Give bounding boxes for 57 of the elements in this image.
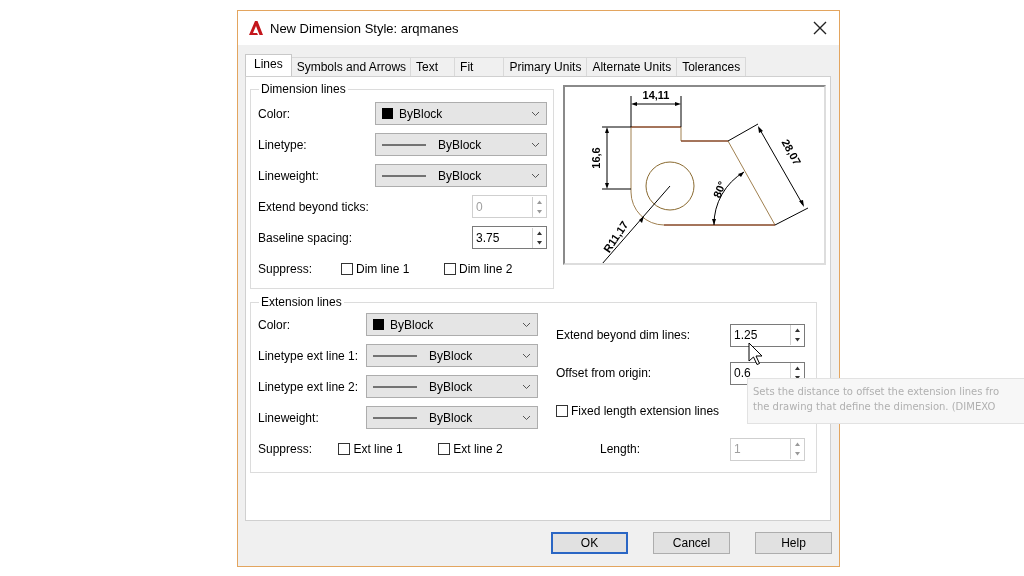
window-title: New Dimension Style: arqmanes (270, 20, 460, 36)
dropdown[interactable]: ByBlock (366, 344, 538, 367)
dropdown[interactable]: ByBlock (375, 164, 547, 187)
dropdown[interactable]: ByBlock (366, 375, 538, 398)
checkbox[interactable]: Dim line 2 (444, 261, 547, 276)
dropdown[interactable]: ByBlock (366, 406, 538, 429)
caret-icon (522, 352, 531, 359)
number-field[interactable]: 1.25 (730, 323, 805, 347)
group-title: Dimension lines (260, 82, 347, 96)
caret-icon (531, 141, 540, 148)
line-sample-icon (373, 353, 417, 358)
field-label: Extend beyond ticks: (258, 199, 369, 214)
number-field[interactable]: 3.75 (472, 226, 547, 249)
caret-icon (531, 172, 540, 179)
field-label: Length: (600, 442, 642, 456)
dialog-button[interactable]: Help (755, 532, 832, 554)
field-label: Linetype ext line 1: (258, 348, 359, 363)
tab[interactable]: Symbols and Arrows (290, 57, 412, 76)
field-label: Linetype: (258, 137, 307, 152)
mouse-pointer-icon (748, 342, 764, 366)
tab[interactable]: Lines (245, 54, 292, 76)
tab[interactable]: Primary Units (503, 57, 588, 76)
field-label: Extend beyond dim lines: (556, 328, 691, 342)
line-sample-icon (382, 173, 426, 178)
caret-icon (522, 383, 531, 390)
caret-icon (531, 110, 540, 117)
field-label: Suppress: (258, 441, 314, 456)
dropdown[interactable]: ByBlock (375, 102, 547, 125)
tooltip-text: Sets the distance to offset the extension lines fro (753, 385, 1000, 399)
group-title: Extension lines (260, 295, 343, 309)
swatch-icon (373, 319, 384, 330)
caret-icon (522, 414, 531, 421)
field-label: Lineweight: (258, 410, 319, 425)
dialog-button[interactable]: Cancel (653, 532, 730, 554)
dropdown[interactable]: ByBlock (375, 133, 547, 156)
line-sample-icon (373, 415, 417, 420)
field-label: Linetype ext line 2: (258, 379, 359, 394)
swatch-icon (382, 108, 393, 119)
line-sample-icon (373, 384, 417, 389)
checkbox[interactable]: Fixed length extension lines (556, 404, 720, 418)
checkbox[interactable]: Ext line 2 (438, 441, 538, 456)
field-label: Color: (258, 106, 290, 121)
dialog-button[interactable]: OK (551, 532, 628, 554)
tooltip-text: the drawing that define the dimension. (DIMEXO (753, 400, 996, 414)
field-label: Lineweight: (258, 168, 319, 183)
field-label: Suppress: (258, 261, 314, 276)
tab[interactable]: Tolerances (676, 57, 747, 76)
field-label: Color: (258, 317, 290, 332)
checkbox[interactable]: Ext line 1 (338, 441, 439, 456)
line-sample-icon (382, 142, 426, 147)
app-logo-icon (248, 20, 264, 36)
field-label: Baseline spacing: (258, 230, 353, 245)
caret-icon (522, 321, 531, 328)
checkbox[interactable]: Dim line 1 (341, 261, 444, 276)
close-icon[interactable] (813, 21, 827, 35)
field-label: Offset from origin: (556, 366, 652, 380)
dropdown[interactable]: ByBlock (366, 313, 538, 336)
